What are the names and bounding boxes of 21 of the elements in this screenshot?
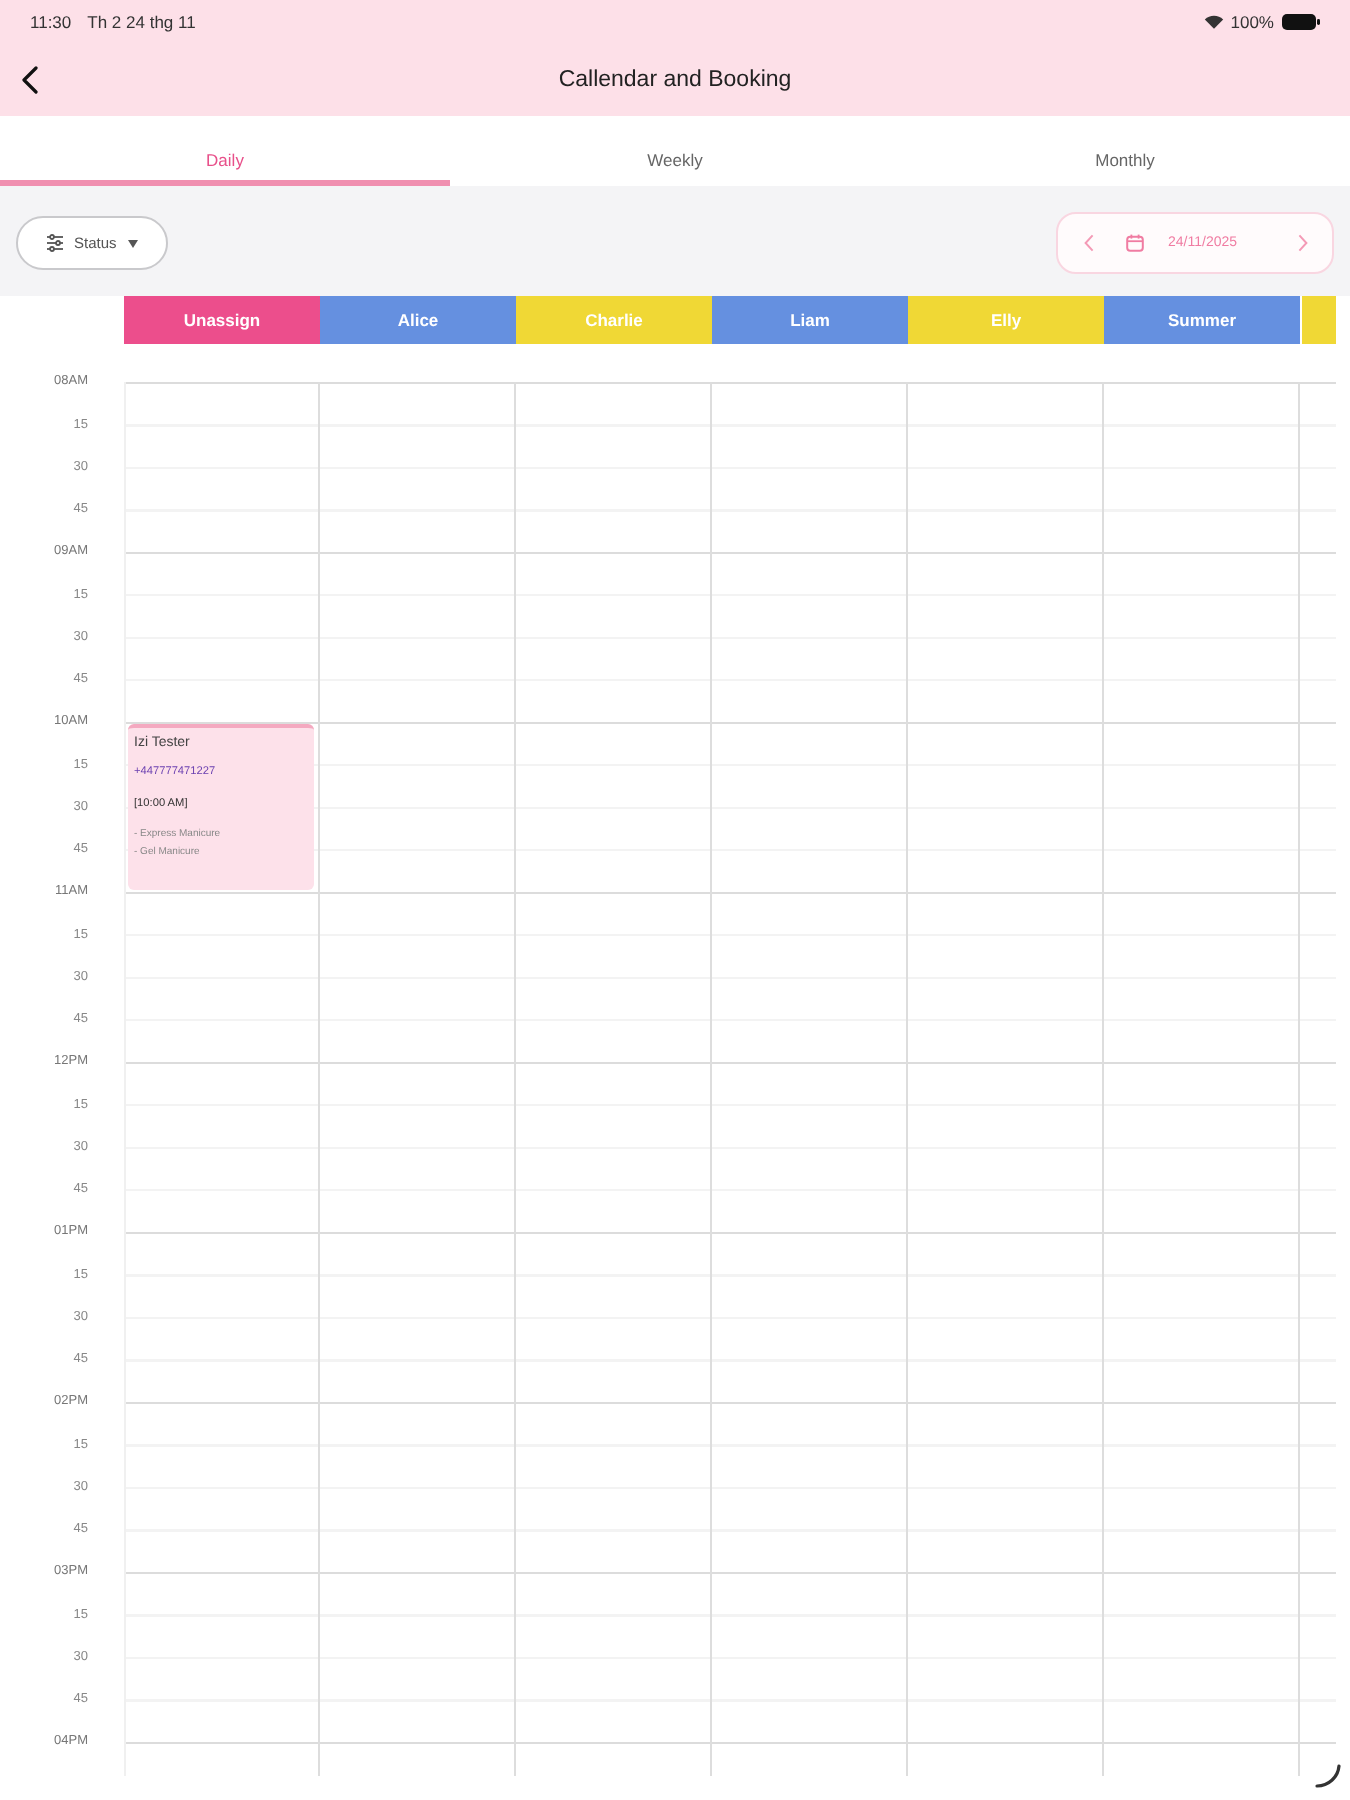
view-tab[interactable]: Weekly (450, 116, 900, 186)
chevron-left-icon (22, 66, 38, 94)
battery-percent: 100% (1230, 12, 1274, 32)
corner-arc-icon (1314, 1764, 1342, 1788)
chevron-left-icon (1083, 234, 1093, 252)
view-tab[interactable]: Monthly (900, 116, 1350, 186)
staff-column-header: Summer (1104, 296, 1300, 344)
status-date: Th 2 24 thg 11 (87, 12, 196, 32)
battery-icon (1282, 14, 1320, 30)
staff-column-header: Liam (712, 296, 908, 344)
caret-down-icon (128, 239, 139, 247)
calendar-icon (1126, 234, 1144, 252)
staff-column-header: Alice (320, 296, 516, 344)
staff-column-header: Charlie (516, 296, 712, 344)
chevron-right-icon (1297, 234, 1307, 252)
staff-column-header: Unassign (124, 296, 320, 344)
filter-icon (46, 234, 64, 252)
page-title: Callendar and Booking (558, 68, 792, 92)
clock-time: 11:30 (30, 12, 72, 32)
wifi-icon (1204, 14, 1225, 30)
staff-column-header: Elly (908, 296, 1104, 344)
